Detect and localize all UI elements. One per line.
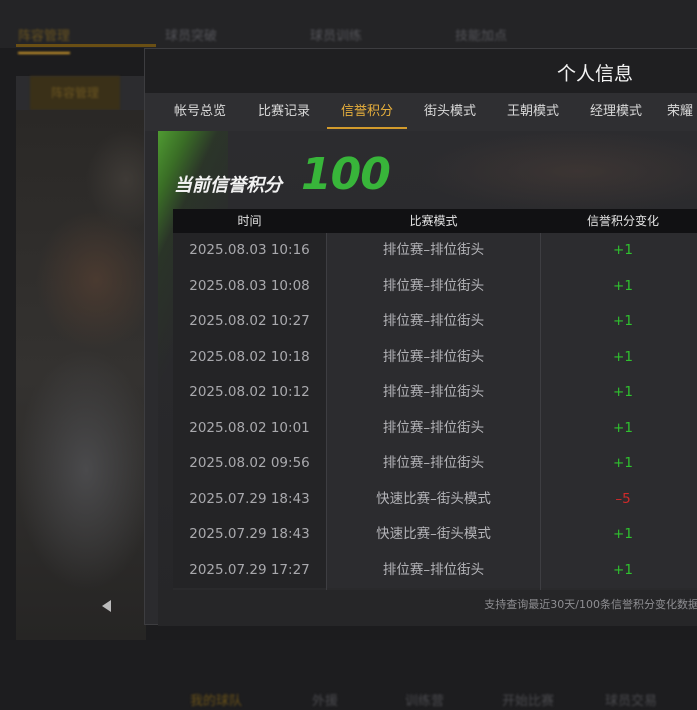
row-mode: 排位赛–排位街头 — [327, 268, 540, 304]
row-time: 2025.08.03 10:16 — [173, 233, 326, 269]
modal-title: 个人信息 — [556, 63, 633, 85]
row-change: +1 — [541, 304, 697, 340]
row-time: 2025.08.03 10:08 — [173, 268, 326, 304]
personal-info-modal: 个人信息 帐号总览 比赛记录 信誉积分 街头模式 王朝模式 经理模式 荣耀 当前… — [144, 48, 697, 626]
table-row: 2025.08.02 10:01 排位赛–排位街头 +1 — [173, 410, 697, 446]
bg-tab-lineup: 阵容管理 — [18, 18, 71, 56]
row-mode: 排位赛–排位街头 — [327, 375, 540, 411]
table-row: 2025.07.29 17:27 排位赛–排位街头 +1 — [173, 552, 697, 588]
row-change: +1 — [541, 552, 697, 588]
table-row: 2025.08.03 10:16 排位赛–排位街头 +1 — [173, 233, 697, 269]
row-change: +1 — [541, 517, 697, 553]
credit-history-table: 时间 比赛模式 信誉积分变化 2025.08.03 10:16 排位赛–排位街头 +… — [173, 209, 697, 590]
tab-honor[interactable]: 荣耀 — [667, 93, 697, 131]
tab-manager-mode[interactable]: 经理模式 — [581, 93, 651, 131]
header-time: 时间 — [237, 214, 262, 228]
row-mode: 排位赛–排位街头 — [327, 339, 540, 375]
table-row: 2025.08.02 10:27 排位赛–排位街头 +1 — [173, 304, 697, 340]
row-time: 2025.08.02 09:56 — [173, 446, 326, 482]
bg-nav-trade: 球员交易 — [605, 694, 658, 709]
column-divider — [326, 233, 327, 590]
row-mode: 排位赛–排位街头 — [327, 233, 540, 269]
tab-dynasty-mode[interactable]: 王朝模式 — [498, 93, 568, 131]
row-mode: 排位赛–排位街头 — [327, 552, 540, 588]
row-time: 2025.07.29 18:43 — [173, 517, 326, 553]
row-time: 2025.07.29 17:27 — [173, 552, 326, 588]
row-mode: 排位赛–排位街头 — [327, 304, 540, 340]
row-change: +1 — [541, 410, 697, 446]
current-score-value: 100 — [301, 149, 391, 200]
row-change: +1 — [541, 446, 697, 482]
table-row: 2025.08.03 10:08 排位赛–排位街头 +1 — [173, 268, 697, 304]
bg-tab-underline — [16, 44, 156, 47]
background-top-nav: 阵容管理 球员突破 球员训练 技能加点 — [0, 0, 697, 54]
prev-arrow-icon — [102, 600, 111, 612]
table-header: 时间 比赛模式 信誉积分变化 — [173, 209, 697, 233]
bg-nav-foreign: 外援 — [312, 694, 339, 709]
table-row: 2025.07.29 18:43 快速比赛–街头模式 –5 — [173, 481, 697, 517]
row-mode: 快速比赛–街头模式 — [327, 481, 540, 517]
credit-score-panel: 当前信誉积分 100 时间 比赛模式 信誉积分变化 2025.08.03 10:… — [158, 131, 697, 626]
row-change: +1 — [541, 375, 697, 411]
row-change: +1 — [541, 233, 697, 269]
bg-nav-start: 开始比赛 — [502, 694, 555, 709]
row-mode: 快速比赛–街头模式 — [327, 517, 540, 553]
modal-header: 个人信息 — [145, 49, 697, 93]
header-mode: 比赛模式 — [409, 214, 458, 228]
table-row: 2025.08.02 10:12 排位赛–排位街头 +1 — [173, 375, 697, 411]
table-row: 2025.07.29 18:43 快速比赛–街头模式 +1 — [173, 517, 697, 553]
bg-subtab: 阵容管理 — [30, 76, 120, 110]
row-change: –5 — [541, 481, 697, 517]
modal-tabs: 帐号总览 比赛记录 信誉积分 街头模式 王朝模式 经理模式 荣耀 — [145, 93, 697, 131]
tab-account-overview[interactable]: 帐号总览 — [165, 93, 235, 131]
row-time: 2025.08.02 10:27 — [173, 304, 326, 340]
row-time: 2025.08.02 10:01 — [173, 410, 326, 446]
background-player-card — [16, 110, 146, 640]
background-bottom-nav: 我的球队 外援 训练营 开始比赛 球员交易 — [0, 640, 697, 710]
row-mode: 排位赛–排位街头 — [327, 410, 540, 446]
row-mode: 排位赛–排位街头 — [327, 446, 540, 482]
row-time: 2025.08.02 10:12 — [173, 375, 326, 411]
tab-credit-score[interactable]: 信誉积分 — [327, 93, 407, 131]
row-change: +1 — [541, 268, 697, 304]
header-change: 信誉积分变化 — [586, 214, 659, 228]
current-score-label: 当前信誉积分 — [174, 175, 282, 196]
tab-street-mode[interactable]: 街头模式 — [415, 93, 485, 131]
tab-match-records[interactable]: 比赛记录 — [249, 93, 319, 131]
table-row: 2025.08.02 09:56 排位赛–排位街头 +1 — [173, 446, 697, 482]
bg-nav-team: 我的球队 — [190, 694, 243, 709]
table-row: 2025.08.02 10:18 排位赛–排位街头 +1 — [173, 339, 697, 375]
query-limit-note: 支持查询最近30天/100条信誉积分变化数据 — [484, 598, 697, 611]
bg-nav-camp: 训练营 — [405, 694, 445, 709]
table-body[interactable]: 2025.08.03 10:16 排位赛–排位街头 +1 2025.08.03 10:… — [173, 233, 697, 588]
column-divider — [540, 233, 541, 590]
row-time: 2025.07.29 18:43 — [173, 481, 326, 517]
row-time: 2025.08.02 10:18 — [173, 339, 326, 375]
row-change: +1 — [541, 339, 697, 375]
